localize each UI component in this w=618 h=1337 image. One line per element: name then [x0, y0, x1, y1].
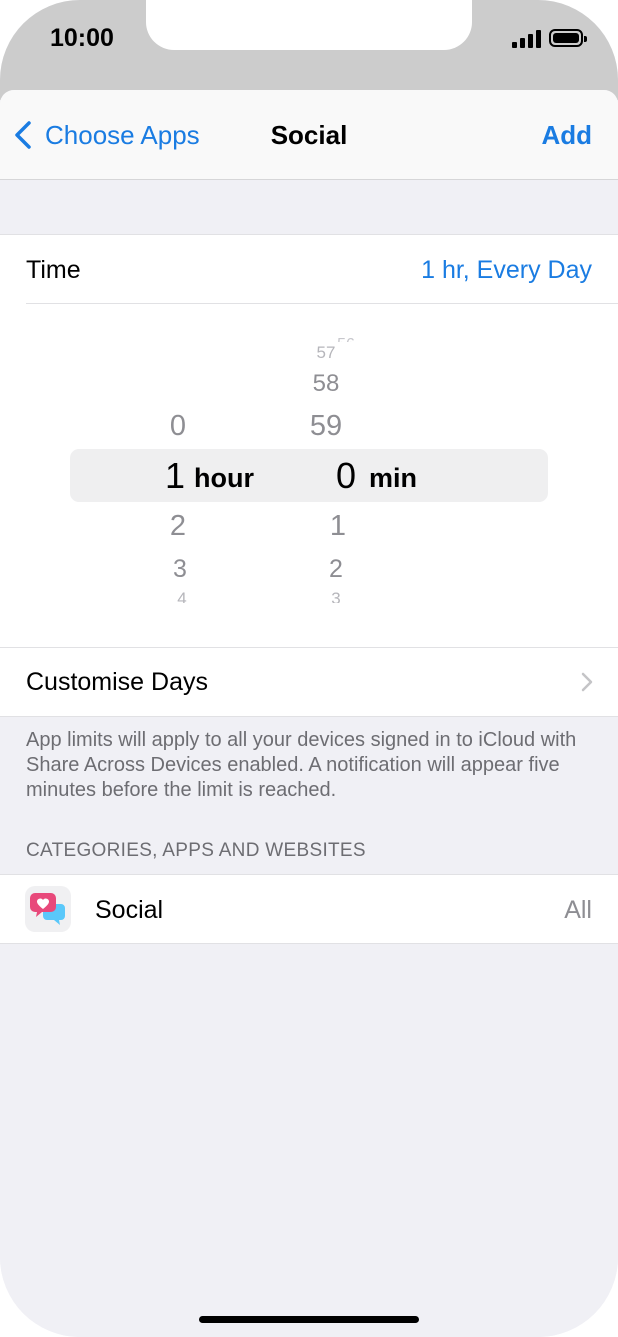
picker-hour-item[interactable]: 3 — [150, 555, 210, 584]
time-row-value[interactable]: 1 hr, Every Day — [421, 256, 592, 285]
picker-hour-item[interactable]: 4 — [152, 589, 212, 603]
picker-minute-item[interactable]: 2 — [306, 555, 366, 584]
picker-hour-unit: hour — [194, 463, 254, 493]
picker-selection-band — [70, 449, 548, 502]
status-time: 10:00 — [50, 24, 114, 52]
picker-hour-item[interactable]: 0 — [148, 410, 208, 443]
picker-minute-selected[interactable]: 0 — [336, 455, 356, 497]
social-category-icon — [25, 886, 71, 932]
divider — [0, 647, 618, 648]
picker-minute-item[interactable]: 59 — [296, 410, 356, 443]
footer-note: App limits will apply to all your device… — [26, 729, 577, 801]
picker-minute-item[interactable]: 58 — [296, 370, 356, 398]
navigation-bar: Choose Apps Social Add — [0, 90, 618, 180]
chevron-right-icon — [581, 672, 593, 692]
modal-sheet: Choose Apps Social Add Time 1 hr, Every … — [0, 90, 618, 1337]
phone-screen: 10:00 Choose Apps Social Add Time 1 hr, … — [0, 0, 618, 1337]
social-category-row[interactable]: Social All — [0, 874, 618, 944]
picker-minute-item[interactable]: 3 — [306, 589, 366, 603]
signal-icon — [512, 30, 542, 48]
battery-icon — [549, 29, 587, 47]
picker-hour-selected[interactable]: 1 — [165, 455, 185, 497]
picker-minute-item[interactable]: 1 — [308, 510, 368, 543]
picker-minute-faded: 56 — [316, 336, 376, 342]
home-indicator[interactable] — [199, 1316, 419, 1323]
page-title: Social — [270, 120, 348, 150]
time-limit-card: Time 1 hr, Every Day 56 57 58 59 0 1 hou… — [0, 234, 618, 717]
add-button[interactable]: Add — [541, 120, 592, 151]
social-row-label: Social — [95, 896, 164, 924]
social-row-value: All — [564, 896, 592, 924]
status-bar: 10:00 — [0, 0, 618, 100]
section-header: CATEGORIES, APPS AND WEBSITES — [26, 840, 366, 861]
picker-minute-item[interactable]: 57 — [296, 343, 356, 363]
customise-days-label: Customise Days — [26, 668, 208, 696]
time-row-label[interactable]: Time — [26, 256, 81, 285]
picker-hour-item[interactable]: 2 — [148, 510, 208, 543]
divider — [26, 303, 618, 304]
picker-minute-unit: min — [369, 463, 418, 493]
notch — [146, 0, 472, 50]
